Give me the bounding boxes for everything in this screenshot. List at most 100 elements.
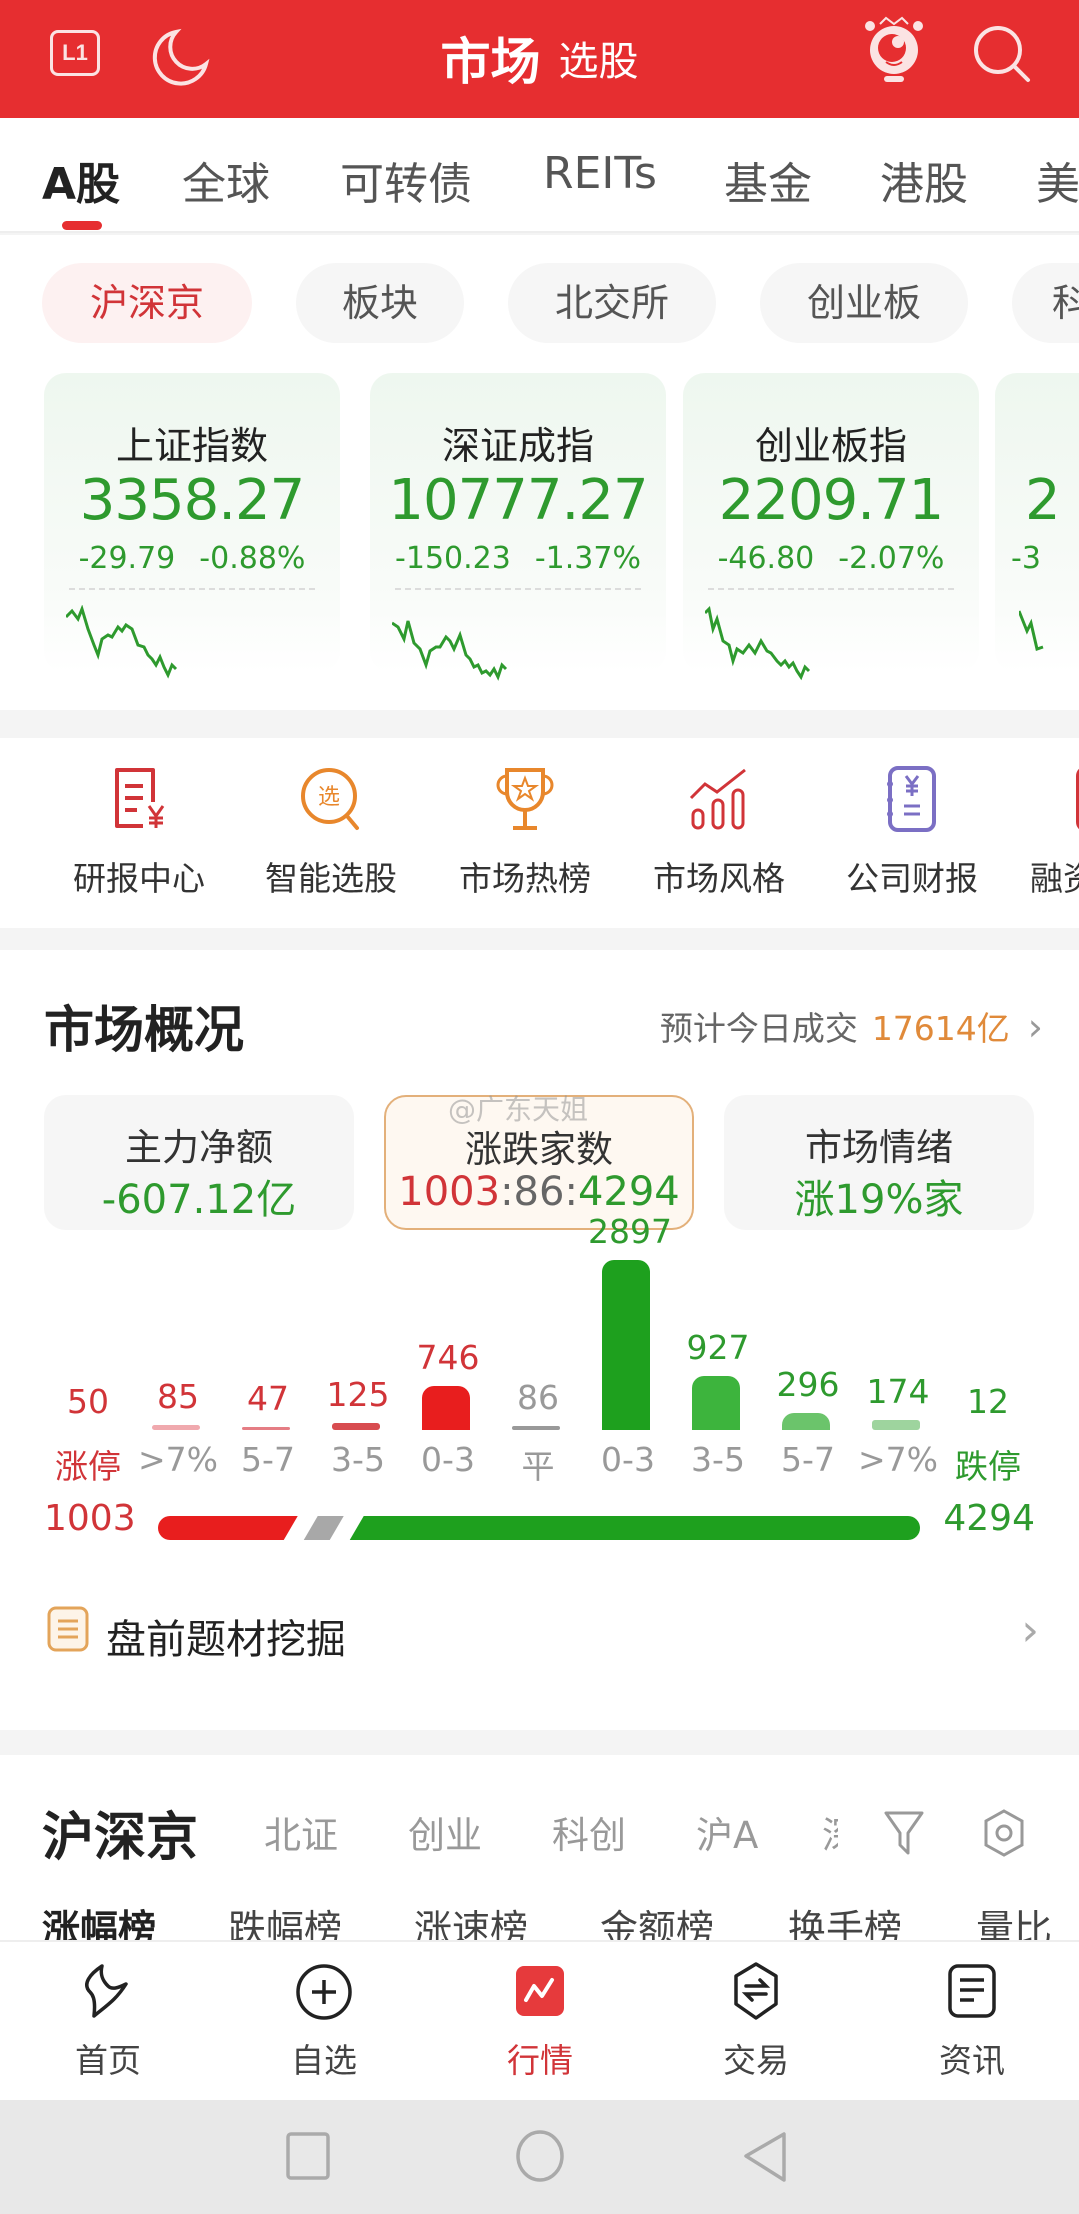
distribution-bar-column[interactable]: 47 5-7: [228, 1240, 308, 1490]
index-card[interactable]: 深证成指 10777.27 -150.23 -1.37%: [370, 373, 666, 681]
nav-trade[interactable]: 交易: [676, 1960, 836, 2082]
distribution-bar-column[interactable]: 296 5-7: [768, 1240, 848, 1490]
tool-company-financials[interactable]: 公司财报: [827, 766, 997, 900]
index-change: -46.80 -2.07%: [683, 541, 979, 576]
ranking-list-tab[interactable]: 量比榜: [976, 1898, 1079, 1940]
index-change-percent: -1.37%: [534, 541, 641, 576]
stat-value: 涨19%家: [794, 1177, 964, 1223]
separator: :: [564, 1169, 578, 1215]
ranking-list-tab[interactable]: 换手榜: [788, 1898, 902, 1940]
bar-value-label: 47: [247, 1379, 289, 1418]
distribution-bar-column[interactable]: 746 0-3: [408, 1240, 488, 1490]
tool-market-hot-list[interactable]: 市场热榜: [440, 766, 610, 900]
tool-label: 公司财报: [846, 859, 978, 898]
ranking-market-tab[interactable]: 沪深京: [42, 1795, 198, 1870]
recent-apps-icon[interactable]: [284, 2130, 332, 2182]
tab-convertible-bonds[interactable]: 可转债: [340, 148, 472, 212]
ratio-bar-graphic: [158, 1516, 920, 1540]
distribution-bar: [692, 1375, 740, 1430]
top-app-bar: L1 市场 选股: [0, 0, 1079, 118]
ranking-list-tab[interactable]: 金额榜: [600, 1898, 714, 1940]
index-change-points: -29.79: [78, 541, 176, 576]
tab-funds[interactable]: 基金: [724, 148, 812, 212]
settings-hex-icon[interactable]: [980, 1807, 1028, 1859]
turnover-label: 预计今日成交: [659, 1009, 858, 1048]
index-card[interactable]: 上证指数 3358.27 -29.79 -0.88%: [44, 373, 340, 679]
advance-count: 1003: [398, 1169, 501, 1215]
market-overview-section: 市场概况 预计今日成交 17614亿 › 主力净额 -607.12亿 涨跌家数 10…: [0, 950, 1079, 1730]
search-icon[interactable]: [970, 22, 1034, 86]
bar-value-label: 746: [416, 1338, 480, 1378]
active-tab-indicator: [62, 221, 102, 230]
topic-label: 盘前题材挖掘: [106, 1617, 346, 1663]
ranking-market-tab[interactable]: 深: [822, 1805, 838, 1859]
index-card[interactable]: 创业板指 2209.71 -46.80 -2.07%: [683, 373, 979, 681]
distribution-bar-column[interactable]: 12 跌停: [948, 1240, 1028, 1490]
distribution-bar-column[interactable]: 174 >7%: [858, 1240, 938, 1490]
ranking-list-tab[interactable]: 涨幅榜: [42, 1898, 156, 1940]
tab-hk-stocks[interactable]: 港股: [880, 148, 968, 212]
market-quotes-icon: [516, 1966, 564, 2016]
chip-sh-sz-bj[interactable]: 沪深京: [42, 263, 252, 343]
index-sparkline: [392, 620, 508, 681]
stat-market-sentiment[interactable]: 市场情绪 涨19%家: [724, 1095, 1034, 1230]
estimated-turnover-link[interactable]: 预计今日成交 17614亿 ›: [660, 1002, 1043, 1050]
ranking-list-tab[interactable]: 跌幅榜: [228, 1898, 342, 1940]
distribution-bar: [422, 1386, 470, 1430]
tool-label: 市场风格: [653, 859, 785, 898]
index-name: 深证成指: [441, 424, 594, 468]
bar-value-label: 50: [67, 1382, 109, 1421]
index-sparkline: [1019, 610, 1044, 651]
tool-margin-finance[interactable]: 融资: [1018, 766, 1079, 900]
back-triangle-icon[interactable]: [740, 2130, 792, 2186]
pre-market-topics-link[interactable]: 盘前题材挖掘 ›: [0, 1595, 1079, 1685]
tool-market-style[interactable]: 市场风格: [634, 766, 804, 900]
index-card[interactable]: 2 -3: [995, 373, 1079, 673]
tab-global[interactable]: 全球: [182, 148, 270, 212]
news-icon: [948, 1964, 996, 2018]
bar-value-label: 85: [157, 1377, 199, 1416]
ranking-market-tab[interactable]: 沪A: [696, 1805, 758, 1859]
ranking-market-tab[interactable]: 北证: [264, 1805, 338, 1859]
filter-funnel-icon[interactable]: [880, 1807, 928, 1859]
distribution-bar-column[interactable]: 86 平: [498, 1240, 578, 1490]
divider: [395, 588, 641, 590]
distribution-bar-column[interactable]: 85 >7%: [138, 1240, 218, 1490]
chip-chinext[interactable]: 创业板: [760, 263, 968, 343]
bar-category-label: 3-5: [691, 1440, 745, 1479]
add-watchlist-icon: [296, 1964, 352, 2020]
chip-sectors[interactable]: 板块: [296, 263, 464, 343]
nav-market[interactable]: 行情: [460, 1960, 620, 2082]
market-title-tab[interactable]: 市场: [441, 33, 541, 91]
bar-category-label: 0-3: [421, 1440, 475, 1479]
stock-picker-title-tab[interactable]: 选股: [559, 39, 639, 85]
nav-news[interactable]: 资讯: [892, 1960, 1052, 2082]
ranking-list-tab[interactable]: 涨速榜: [414, 1898, 528, 1940]
ranking-market-tab[interactable]: 科创: [552, 1805, 626, 1859]
nav-watchlist[interactable]: 自选: [244, 1960, 404, 2082]
tab-a-shares[interactable]: A股: [42, 148, 120, 212]
distribution-bar-column[interactable]: 2897 0-3: [588, 1212, 672, 1490]
tool-label: 研报中心: [73, 859, 205, 898]
stat-main-net-flow[interactable]: 主力净额 -607.12亿: [44, 1095, 354, 1230]
tab-us-stocks[interactable]: 美: [1036, 148, 1079, 212]
ranking-market-tab[interactable]: 创业: [408, 1805, 482, 1859]
chip-bse[interactable]: 北交所: [508, 263, 716, 343]
distribution-bar-column[interactable]: 125 3-5: [318, 1240, 398, 1490]
nav-label: 首页: [75, 2041, 141, 2080]
decline-count: 4294: [577, 1169, 680, 1215]
bar-category-label: 跌停: [955, 1447, 1021, 1486]
tool-smart-stock-pick[interactable]: 选 智能选股: [246, 766, 416, 900]
tool-research-reports[interactable]: 研报中心: [54, 766, 224, 900]
mascot-robot-icon[interactable]: [862, 14, 926, 86]
advance-decline-distribution-chart[interactable]: 50 涨停 85 >7% 47 5-7 125 3-5 746 0-3 86 平 2897 0-3 927 3…: [0, 1212, 1079, 1490]
chip-star-market[interactable]: 科: [1012, 263, 1079, 343]
distribution-bar-column[interactable]: 927 3-5: [678, 1240, 758, 1490]
tab-reits[interactable]: REITs: [543, 148, 657, 199]
distribution-bar-column[interactable]: 50 涨停: [48, 1240, 128, 1490]
home-circle-icon[interactable]: [512, 2130, 568, 2186]
stock-ranking-section: 沪深京 北证 创业 科创 沪A 深 涨幅榜 跌幅榜 涨速榜 金额榜 换手榜 量比…: [0, 1755, 1079, 1940]
nav-home[interactable]: 首页: [28, 1960, 188, 2082]
distribution-bar: [152, 1425, 200, 1430]
distribution-bar: [602, 1260, 650, 1430]
